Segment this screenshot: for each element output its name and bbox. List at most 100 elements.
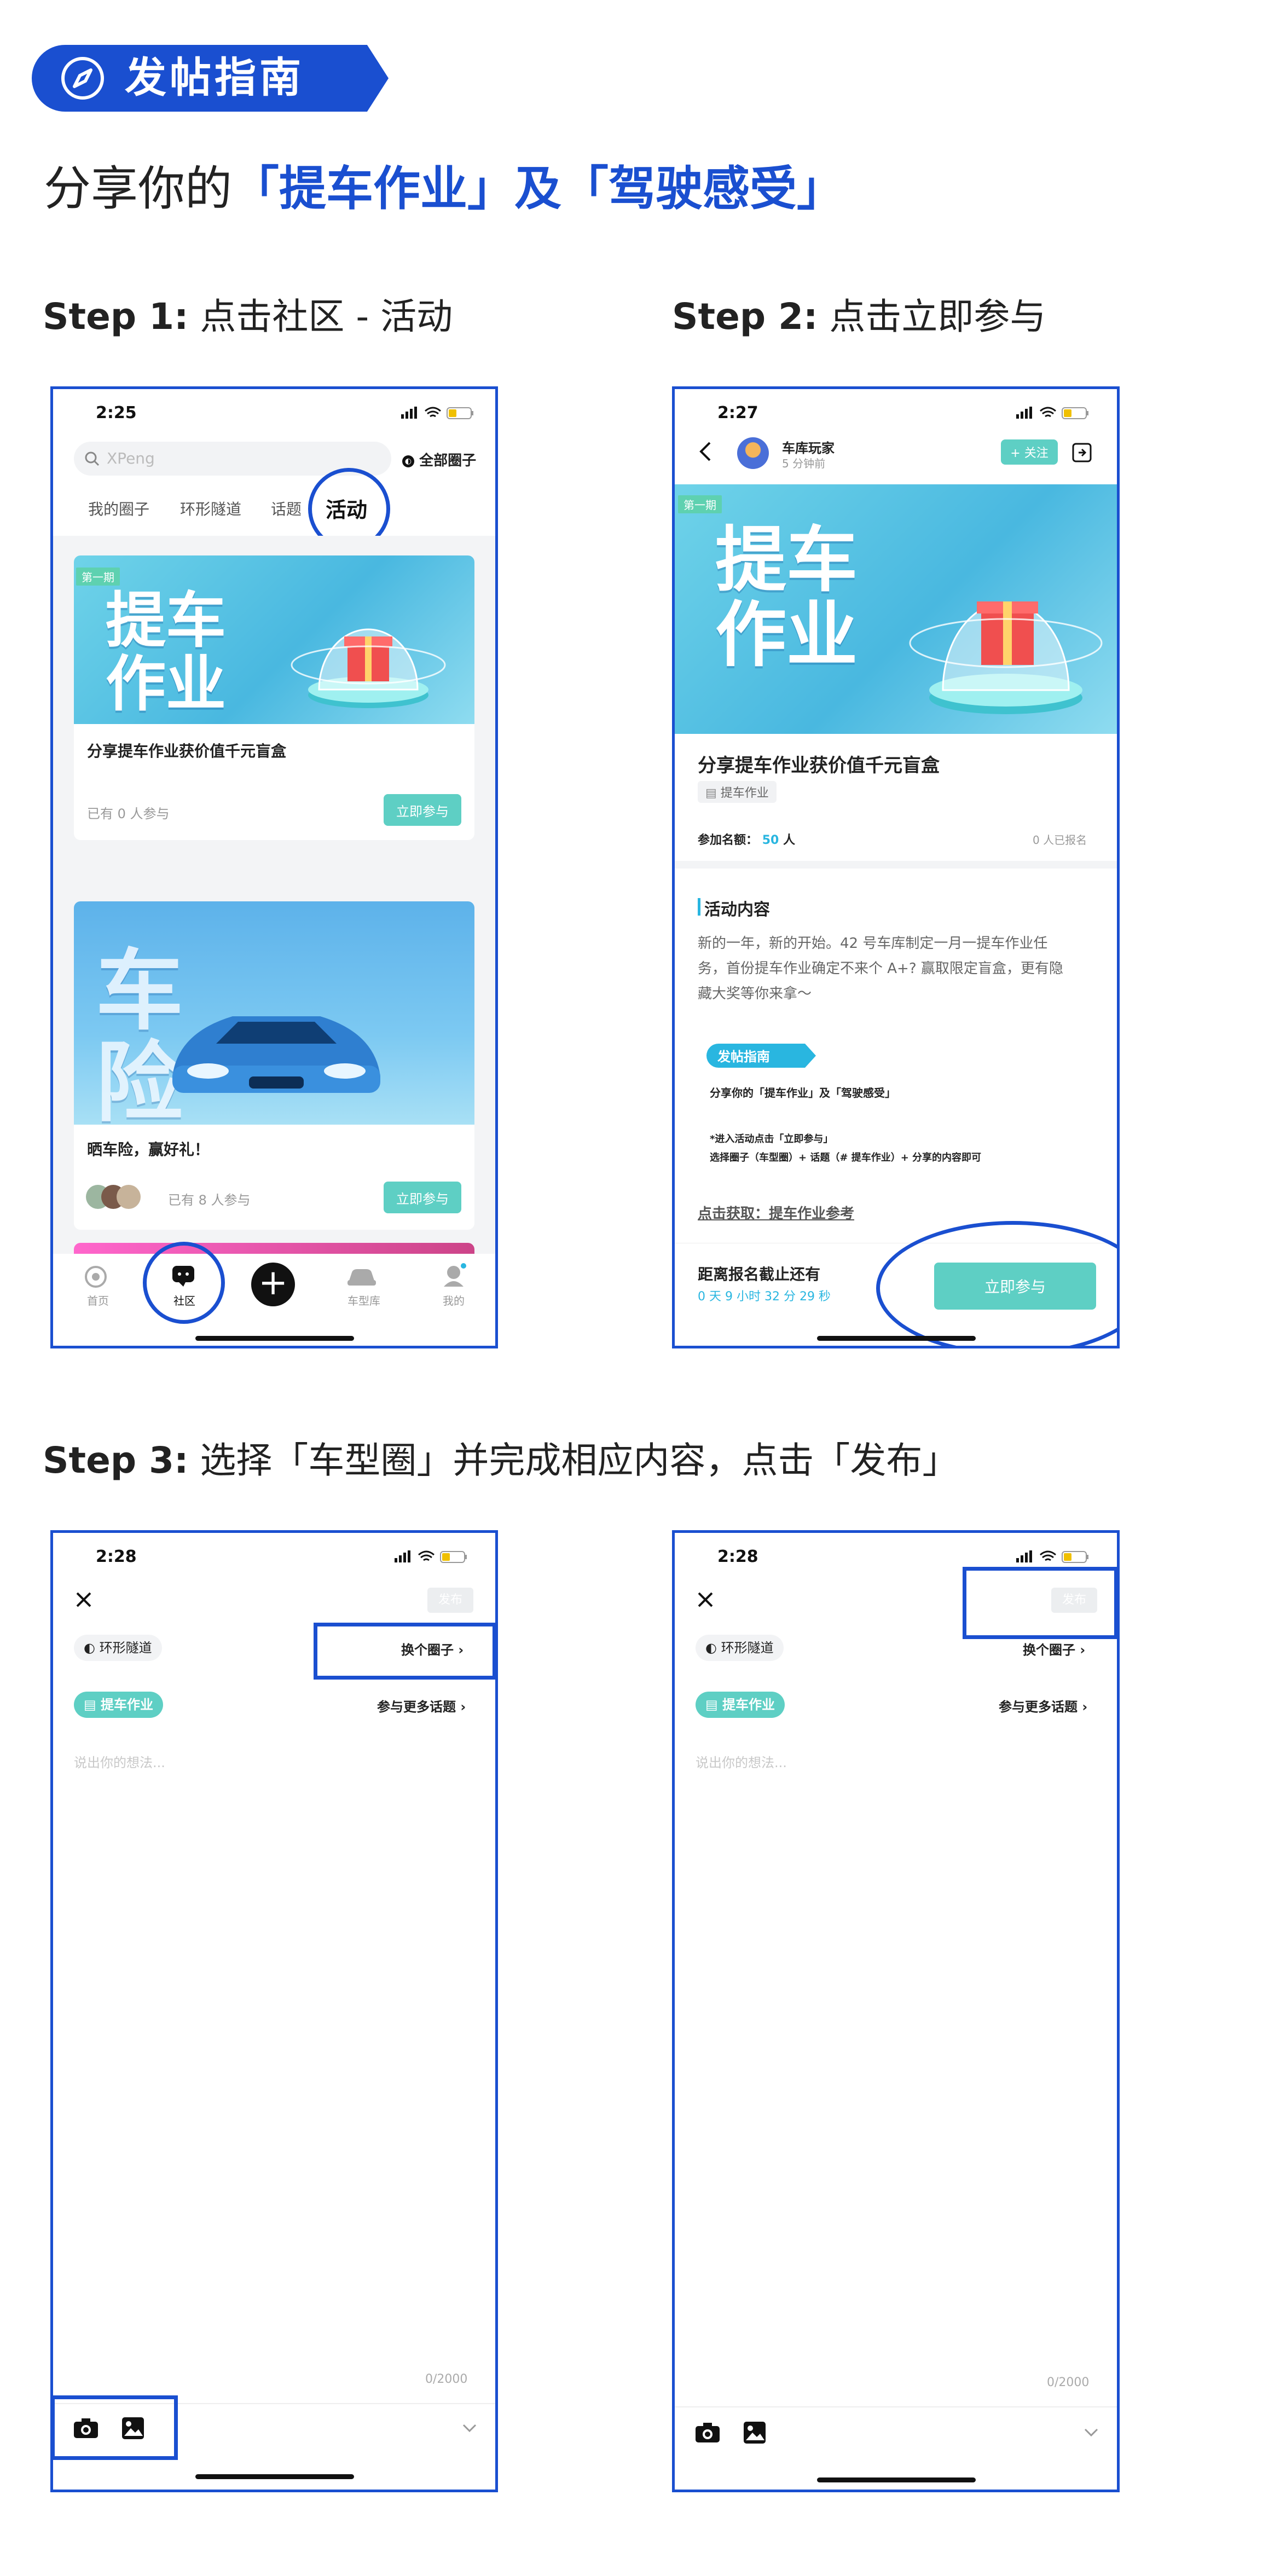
guide-badge-label: 发帖指南	[125, 53, 304, 102]
cover-title: 提车作业	[715, 518, 858, 676]
more-topics-link[interactable]: 参与更多话题 ›	[377, 1696, 466, 1715]
divider	[675, 861, 1117, 869]
status-time: 2:27	[717, 403, 758, 422]
phone-screenshot-compose-publish: 2:28 发布 ◐ 环形隧道 换个圈子 › ▤ 提车作业 参与更多话题 › 说出…	[672, 1530, 1120, 2492]
avatar[interactable]	[737, 437, 769, 469]
gift-icon	[909, 601, 1103, 714]
car-library-icon	[347, 1269, 376, 1286]
insurance-cover: 车险	[74, 901, 474, 1125]
more-topics-link[interactable]: 参与更多话题 ›	[999, 1696, 1087, 1715]
image-icon[interactable]	[743, 2421, 767, 2445]
topic-chip[interactable]: ▤ 提车作业	[698, 781, 777, 803]
share-icon[interactable]	[1071, 442, 1093, 464]
activity-cover: 第一期 提车作业	[675, 484, 1117, 734]
highlight-circle-join	[876, 1221, 1117, 1346]
post-time: 5 分钟前	[782, 457, 826, 470]
profile-icon	[444, 1263, 466, 1287]
home-indicator	[195, 2474, 354, 2479]
reference-link[interactable]: 点击获取：提车作业参考	[698, 1202, 854, 1223]
topic-chip[interactable]: ▤ 提车作业	[74, 1692, 164, 1718]
tab-tunnel[interactable]: 环形隧道	[180, 497, 241, 519]
activity-description: 新的一年，新的开始。42 号车库制定一月一提车作业任务，首份提车作业确定不来个 …	[698, 935, 1063, 1002]
mini-guide-step2: 选择圈子（车型圈）+ 话题（# 提车作业）+ 分享的内容即可	[710, 1152, 982, 1163]
participant-avatars	[86, 1185, 141, 1209]
circle-chip[interactable]: ◐ 环形隧道	[696, 1635, 784, 1661]
chevron-down-icon[interactable]	[461, 2423, 478, 2434]
circle-chip[interactable]: ◐ 环形隧道	[74, 1635, 162, 1661]
follow-button[interactable]: + 关注	[1001, 439, 1058, 465]
activity-card[interactable]: 第一期 提车作业 分享提车作业获价值千元盲盒 已有 0 人参与 立即参与	[74, 555, 474, 840]
home-icon	[85, 1266, 107, 1288]
circle-icon: ◐	[705, 1640, 717, 1655]
deadline-label: 距离报名截止还有	[698, 1265, 821, 1283]
step3-caption: Step 3: 选择「车型圈」并完成相应内容，点击「发布」	[43, 1439, 959, 1481]
gift-icon	[291, 628, 446, 708]
camera-icon[interactable]	[694, 2422, 721, 2444]
signup-count: 0 人已报名	[1033, 833, 1087, 847]
mini-guide-step1: *进入活动点击「立即参与」	[710, 1133, 833, 1145]
topic-chip[interactable]: ▤ 提车作业	[696, 1692, 785, 1718]
section-title: 活动内容	[704, 900, 770, 919]
participant-count: 已有 0 人参与	[87, 806, 170, 821]
topic-icon: ▤	[705, 1697, 718, 1712]
author-name[interactable]: 车库玩家	[782, 437, 835, 456]
create-post-button[interactable]: +	[251, 1263, 295, 1306]
mini-guide-line: 分享你的「提车作业」及「驾驶感受」	[710, 1086, 896, 1099]
nav-profile[interactable]: 我的	[443, 1292, 465, 1308]
tab-my-circles[interactable]: 我的圈子	[88, 497, 149, 519]
highlight-circle-community	[143, 1242, 225, 1324]
circle-icon: ◐	[84, 1640, 95, 1655]
status-icons	[401, 407, 473, 419]
chevron-down-icon[interactable]	[1083, 2427, 1099, 2438]
status-icons	[1016, 407, 1088, 419]
search-input[interactable]: XPeng	[107, 449, 155, 467]
join-button-insurance[interactable]: 立即参与	[384, 1182, 461, 1213]
activity-cover: 第一期 提车作业	[74, 555, 474, 724]
chevron-right-icon: ›	[1080, 1642, 1086, 1658]
close-icon[interactable]	[75, 1591, 92, 1608]
circle-icon: ◐	[402, 455, 414, 467]
deadline-countdown: 0 天 9 小时 32 分 29 秒	[698, 1290, 831, 1304]
chevron-right-icon: ›	[1082, 1699, 1088, 1715]
nav-home[interactable]: 首页	[87, 1292, 109, 1308]
activity-card-insurance[interactable]: 车险 晒车险，赢好礼！ 已有 8 人参与 立即参与	[74, 901, 474, 1230]
topic-icon: ▤	[84, 1697, 96, 1712]
status-icons	[1016, 1550, 1088, 1563]
chevron-right-icon: ›	[460, 1699, 466, 1715]
mini-guide-badge-label: 发帖指南	[717, 1049, 770, 1064]
publish-button[interactable]: 发布	[427, 1588, 473, 1613]
nav-car-library[interactable]: 车型库	[347, 1292, 380, 1308]
join-button[interactable]: 立即参与	[384, 794, 461, 826]
status-time: 2:28	[717, 1547, 758, 1566]
highlight-box-publish	[963, 1567, 1117, 1639]
search-icon	[85, 451, 100, 466]
home-indicator	[817, 2477, 976, 2482]
step1-caption: Step 1: 点击社区 - 活动	[43, 296, 453, 338]
cover-title: 提车作业	[106, 586, 226, 719]
char-counter: 0/2000	[425, 2372, 468, 2386]
close-icon[interactable]	[697, 1591, 714, 1608]
car-icon	[172, 1016, 380, 1093]
change-circle-link[interactable]: 换个圈子 ›	[1023, 1639, 1085, 1658]
status-time: 2:28	[96, 1547, 137, 1566]
tab-topics[interactable]: 话题	[271, 497, 302, 519]
activity-title: 分享提车作业获价值千元盲盒	[87, 742, 287, 760]
phone-screenshot-activity-detail: 2:27 车库玩家 5 分钟前 + 关注 第一期 提车作业 分享提车作业获价值千…	[672, 386, 1120, 1348]
post-content-input[interactable]: 说出你的想法...	[74, 1752, 165, 1771]
highlight-box-media	[53, 2395, 178, 2460]
compass-icon	[61, 57, 104, 100]
char-counter: 0/2000	[1047, 2376, 1090, 2389]
participant-count-insurance: 已有 8 人参与	[168, 1193, 251, 1208]
home-indicator	[195, 1336, 354, 1341]
toolbar-divider	[675, 2406, 1117, 2407]
phone-screenshot-compose: 2:28 发布 ◐ 环形隧道 换个圈子 › ▤ 提车作业 参与更多话题 › 说出…	[50, 1530, 498, 2492]
phone-screenshot-community: 2:25 XPeng ◐ 全部圈子 我的圈子 环形隧道 话题 活动 第一期 提车…	[50, 386, 498, 1348]
back-icon[interactable]	[697, 439, 713, 464]
section-bar	[698, 898, 700, 916]
all-circles-link[interactable]: ◐ 全部圈子	[402, 449, 476, 470]
step2-caption: Step 2: 点击立即参与	[672, 296, 1046, 338]
page-title: 分享你的「提车作业」及「驾驶感受」	[44, 161, 844, 216]
activity-title: 分享提车作业获价值千元盲盒	[698, 755, 940, 777]
status-icons	[395, 1550, 467, 1563]
post-content-input[interactable]: 说出你的想法...	[696, 1752, 787, 1771]
